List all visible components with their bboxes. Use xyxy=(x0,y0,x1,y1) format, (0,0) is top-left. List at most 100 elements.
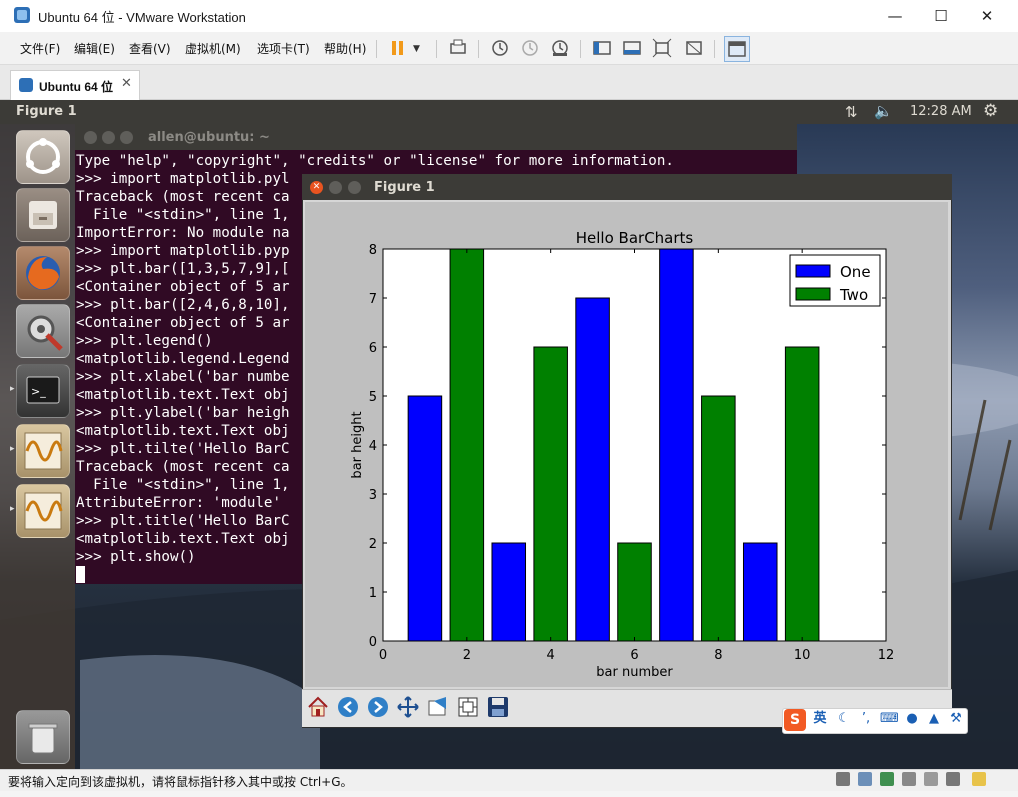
system-settings-icon[interactable] xyxy=(16,304,70,358)
tab-close-icon[interactable]: ✕ xyxy=(121,76,132,91)
y-tick-label: 7 xyxy=(369,292,377,307)
legend-label-two: Two xyxy=(839,286,868,304)
snapshot-manager-icon[interactable] xyxy=(550,38,570,58)
x-tick-label: 12 xyxy=(878,648,895,663)
taskbar-strip xyxy=(0,791,1018,797)
x-axis-label: bar number xyxy=(596,665,673,680)
pause-icon[interactable] xyxy=(388,38,408,58)
close-button[interactable]: ✕ xyxy=(964,0,1010,32)
y-tick-label: 0 xyxy=(369,635,377,650)
snapshot-icon[interactable] xyxy=(490,38,510,58)
terminal-line: >>> plt.bar([1,3,5,7,9],[ xyxy=(76,261,290,277)
message-log-icon[interactable] xyxy=(972,772,986,786)
legend-swatch-one xyxy=(795,264,831,278)
figure-app-icon[interactable] xyxy=(16,424,70,478)
figure-close-button[interactable]: ✕ xyxy=(310,181,323,194)
legend-swatch-two xyxy=(795,287,831,301)
ime-mode-label[interactable]: 英 xyxy=(812,711,828,727)
bar-two xyxy=(617,542,652,642)
printer-device-icon[interactable] xyxy=(902,772,916,786)
menu-tabs[interactable]: 选项卡(T) xyxy=(257,40,310,57)
forward-icon[interactable] xyxy=(366,695,390,719)
terminal-line: File "<stdin>", line 1, xyxy=(76,477,290,493)
vmware-tabbar xyxy=(0,65,1018,100)
display-device-icon[interactable] xyxy=(946,772,960,786)
back-icon[interactable] xyxy=(336,695,360,719)
network-icon[interactable]: ⇅ xyxy=(845,103,858,121)
x-tick-label: 2 xyxy=(463,648,471,663)
network-device-icon[interactable] xyxy=(880,772,894,786)
menu-view[interactable]: 查看(V) xyxy=(129,40,171,57)
terminal-minimize-button[interactable] xyxy=(102,131,115,144)
minimize-button[interactable]: — xyxy=(872,0,918,32)
tools-wrench-icon[interactable]: ⚒ xyxy=(948,711,964,727)
y-tick-label: 4 xyxy=(369,439,377,454)
figure-minimize-button[interactable] xyxy=(329,181,342,194)
terminal-line: >>> plt.title('Hello BarC xyxy=(76,513,290,529)
terminal-cursor xyxy=(76,566,85,583)
terminal-line: >>> import matplotlib.pyp xyxy=(76,243,290,259)
save-icon[interactable] xyxy=(486,695,510,719)
hdd-device-icon[interactable] xyxy=(836,772,850,786)
clock[interactable]: 12:28 AM xyxy=(910,104,972,119)
toolbar-separator xyxy=(436,40,437,58)
terminal-maximize-button[interactable] xyxy=(120,131,133,144)
maximize-button[interactable]: ☐ xyxy=(918,0,964,32)
sogou-logo-icon[interactable]: S xyxy=(784,709,806,731)
settings-gear-icon[interactable]: ⚙ xyxy=(983,101,998,121)
terminal-line: Traceback (most recent ca xyxy=(76,459,290,475)
bar-one xyxy=(659,248,694,642)
terminal-title: allen@ubuntu: ~ xyxy=(148,130,270,145)
figure-app-icon-2[interactable] xyxy=(16,484,70,538)
sound-device-icon[interactable] xyxy=(924,772,938,786)
vm-tab[interactable]: Ubuntu 64 位 ✕ xyxy=(10,70,140,100)
send-ctrl-alt-del-icon[interactable] xyxy=(448,38,468,58)
library-view-icon[interactable] xyxy=(592,38,612,58)
keyboard-icon[interactable]: ⌨ xyxy=(880,711,899,727)
x-tick-label: 8 xyxy=(714,648,722,663)
bar-two xyxy=(701,395,736,642)
figure-maximize-button[interactable] xyxy=(348,181,361,194)
terminal-line: >>> plt.ylabel('bar heigh xyxy=(76,405,290,421)
toolbar-separator xyxy=(714,40,715,58)
trash-icon[interactable] xyxy=(16,710,70,764)
home-icon[interactable] xyxy=(306,695,330,719)
y-tick-label: 2 xyxy=(369,537,377,552)
terminal-line: <matplotlib.text.Text obj xyxy=(76,531,290,547)
terminal-line: ImportError: No module na xyxy=(76,225,290,241)
terminal-icon[interactable]: >_ xyxy=(16,364,70,418)
configure-subplots-icon[interactable] xyxy=(456,695,480,719)
skin-shirt-icon[interactable]: ▲ xyxy=(926,711,942,727)
terminal-close-button[interactable] xyxy=(84,131,97,144)
menu-file[interactable]: 文件(F) xyxy=(20,40,60,57)
console-view-icon[interactable] xyxy=(622,38,642,58)
punctuation-icon[interactable]: ’, xyxy=(858,711,874,727)
vmware-app-icon xyxy=(14,7,30,23)
punctuation-moon-icon[interactable]: ☾ xyxy=(836,711,852,727)
figure-canvas: 0 2 4 6 8 10 12 0 1 2 3 4 5 6 7 8 Hello BarCharts bar num… xyxy=(305,202,948,687)
power-dropdown-icon[interactable]: ▼ xyxy=(413,44,420,54)
running-indicator: ▸ xyxy=(10,444,15,454)
zoom-rect-icon[interactable] xyxy=(426,695,450,719)
x-tick-label: 0 xyxy=(379,648,387,663)
cd-device-icon[interactable] xyxy=(858,772,872,786)
firefox-icon[interactable] xyxy=(16,246,70,300)
menu-help[interactable]: 帮助(H) xyxy=(324,40,366,57)
terminal-line: Traceback (most recent ca xyxy=(76,189,290,205)
menu-vm[interactable]: 虚拟机(M) xyxy=(185,40,241,57)
vmware-titlebar: Ubuntu 64 位 - VMware Workstation — ☐ ✕ xyxy=(0,0,1018,33)
ubuntu-top-panel xyxy=(0,100,1018,124)
dash-home-icon[interactable] xyxy=(16,130,70,184)
user-icon[interactable]: ● xyxy=(904,711,920,727)
pan-icon[interactable] xyxy=(396,695,420,719)
terminal-line: >>> plt.legend() xyxy=(76,333,213,349)
toolbar-separator xyxy=(478,40,479,58)
y-tick-label: 3 xyxy=(369,488,377,503)
unity-mode-icon[interactable] xyxy=(684,38,704,58)
menu-edit[interactable]: 编辑(E) xyxy=(74,40,115,57)
volume-icon[interactable]: 🔈 xyxy=(874,102,893,120)
revert-snapshot-icon[interactable] xyxy=(520,38,540,58)
fullscreen-icon[interactable] xyxy=(652,38,672,58)
files-icon[interactable] xyxy=(16,188,70,242)
thumbnail-bar-icon[interactable] xyxy=(724,36,750,62)
